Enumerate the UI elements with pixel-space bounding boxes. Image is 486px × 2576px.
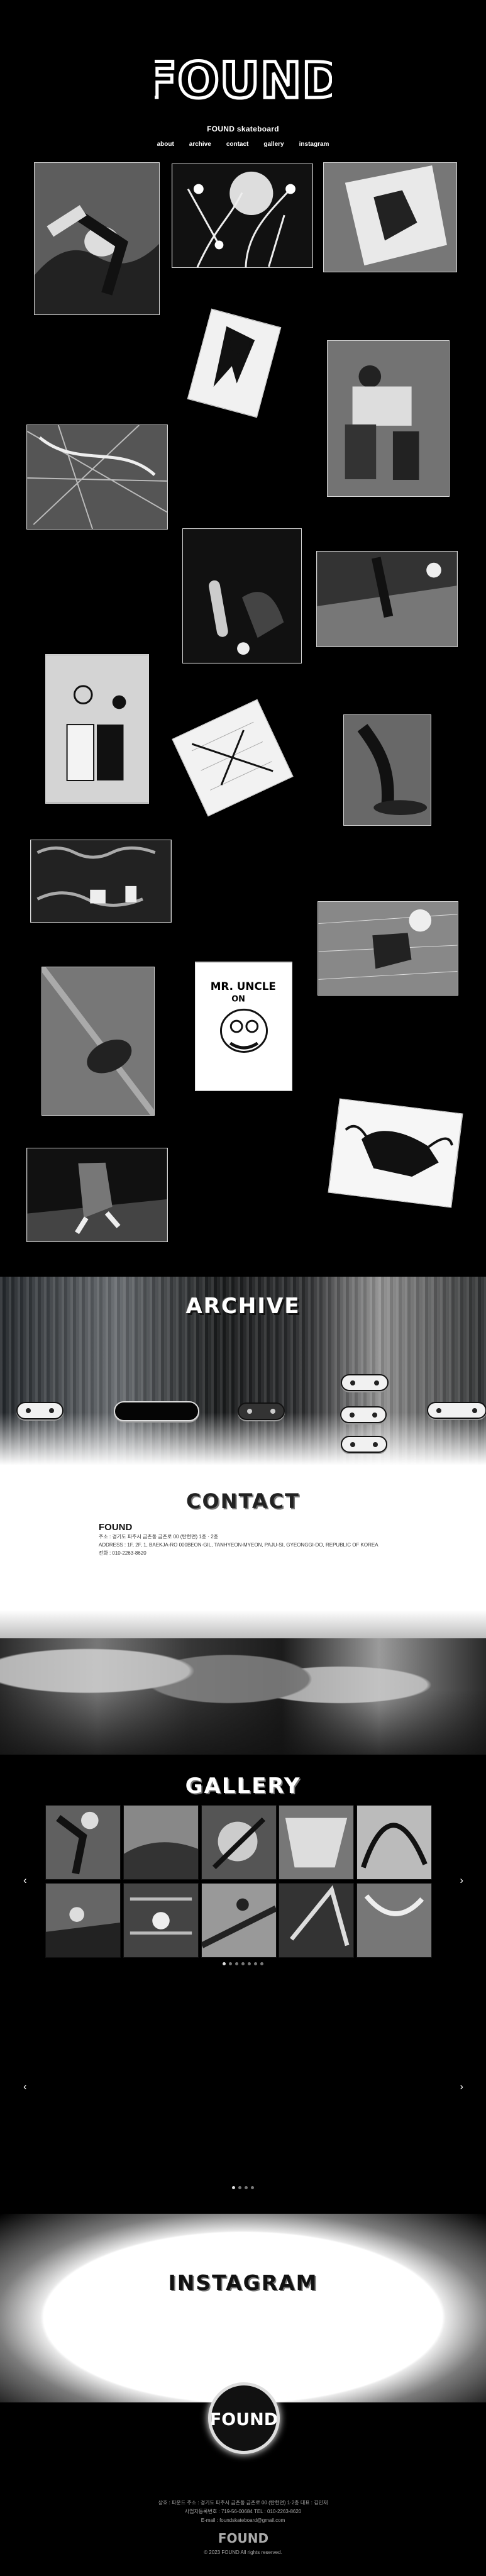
contact-phone: 전화 : 010-2263-8620 <box>99 1550 146 1556</box>
contact-section: CONTACT FOUND 주소 : 경기도 파주시 금촌동 금촌로 00 (탄… <box>0 1465 486 1610</box>
svg-text:FOUND: FOUND <box>218 2531 268 2545</box>
instagram-heading: INSTAGRAM <box>168 2270 318 2295</box>
gallery-next-icon[interactable]: › <box>460 1874 463 1887</box>
footer-found-logo-icon[interactable]: FOUND <box>218 2530 269 2545</box>
gallery-lower-next-icon[interactable]: › <box>460 2080 463 2093</box>
contact-brand: FOUND <box>99 1522 133 1533</box>
skateboard-deck-3[interactable] <box>238 1402 285 1420</box>
skateboard-deck-7[interactable] <box>427 1402 486 1419</box>
gallery-thumb-8[interactable] <box>201 1883 277 1958</box>
footer-company-info: 상호 : 파운드 주소 : 경기도 파주시 금촌동 금촌로 00 (탄현면) 1… <box>158 2500 328 2506</box>
gallery-thumb-6[interactable] <box>45 1883 121 1958</box>
grass-lying-photo <box>34 162 160 315</box>
gallery-dot-5[interactable] <box>248 1962 251 1965</box>
gallery-thumb-2[interactable] <box>123 1805 199 1880</box>
gallery-dot-4[interactable] <box>241 1962 245 1965</box>
main-navigation: about archive contact gallery instagram <box>0 141 486 148</box>
framed-picture-photo <box>323 162 457 272</box>
creature-drawing-photo <box>45 654 149 804</box>
instagram-section: INSTAGRAM FOUND <box>0 2201 486 2472</box>
archive-section: ARCHIVE FOUND <box>0 1277 486 1465</box>
gallery-bottom-dot-1[interactable] <box>232 2186 235 2189</box>
skateboard-deck-4[interactable] <box>341 1374 389 1391</box>
gallery-thumb-1[interactable] <box>45 1805 121 1880</box>
site-footer: 상호 : 파운드 주소 : 경기도 파주시 금촌동 금촌로 00 (탄현면) 1… <box>0 2472 486 2576</box>
archive-heading: ARCHIVE <box>185 1294 301 1319</box>
bull-drawing-photo <box>328 1098 463 1208</box>
gallery-thumb-10[interactable] <box>356 1883 432 1958</box>
contact-details: FOUND 주소 : 경기도 파주시 금촌동 금촌로 00 (탄현면) 1층 ·… <box>99 1523 388 1557</box>
mr-uncle-drawing-photo: MR. UNCLE ON <box>195 962 292 1091</box>
gallery-lower-previous-icon[interactable]: ‹ <box>23 2080 27 2093</box>
rug-pattern-photo <box>30 840 172 923</box>
gallery-dot-1[interactable] <box>223 1962 226 1965</box>
contact-heading: CONTACT <box>186 1489 300 1513</box>
contact-transition-fade <box>0 1610 486 1638</box>
footer-email: E-mail : foundskateboard@gmail.com <box>201 2518 285 2523</box>
contact-address-english: ADDRESS : 1F, 2F, 1, BAEKJA-RO 000BEON-G… <box>99 1542 378 1548</box>
site-title: FOUND skateboard <box>207 125 279 133</box>
notebook-drawing-photo <box>172 699 294 817</box>
people-banner-photo <box>0 1638 486 1755</box>
site-header: FOUND FOUND skateboard about archive con… <box>0 0 486 157</box>
contact-address-korean: 주소 : 경기도 파주시 금촌동 금촌로 00 (탄현면) 1층 · 2층 <box>99 1534 219 1540</box>
seated-ground-photo <box>318 901 458 996</box>
gallery-thumb-7[interactable] <box>123 1883 199 1958</box>
skateboard-deck-6[interactable] <box>341 1436 387 1453</box>
footer-copyright: © 2023 FOUND All rights reserved. <box>204 2550 282 2555</box>
gallery-heading: GALLERY <box>185 1774 301 1799</box>
found-logo-icon[interactable]: FOUND <box>155 55 332 106</box>
nav-gallery[interactable]: gallery <box>263 141 284 148</box>
gallery-top-pagination <box>0 1962 486 1965</box>
photo-collage: MR. UNCLE ON <box>0 157 486 1277</box>
svg-text:MR. UNCLE: MR. UNCLE <box>211 980 276 992</box>
instagram-found-logo-icon: FOUND <box>210 2410 278 2429</box>
gallery-thumb-4[interactable] <box>279 1805 354 1880</box>
gallery-thumb-5[interactable] <box>356 1805 432 1880</box>
gallery-dot-6[interactable] <box>254 1962 257 1965</box>
skater-tunnel-photo <box>343 714 431 826</box>
gallery-previous-icon[interactable]: ‹ <box>23 1874 27 1887</box>
shoe-floor-photo <box>41 967 155 1116</box>
ground-texture-photo <box>26 425 168 530</box>
nav-contact[interactable]: contact <box>226 141 249 148</box>
nav-archive[interactable]: archive <box>189 141 211 148</box>
svg-text:FOUND: FOUND <box>211 2410 277 2429</box>
gallery-bottom-pagination <box>0 2186 486 2189</box>
found-skateboard-deck[interactable] <box>114 1401 199 1421</box>
gallery-thumb-3[interactable] <box>201 1805 277 1880</box>
gallery-bottom-dot-2[interactable] <box>238 2186 241 2189</box>
svg-text:ON: ON <box>231 995 245 1004</box>
instagram-background-photo <box>0 2214 486 2402</box>
skateboard-deck-5[interactable] <box>340 1406 387 1423</box>
gallery-dot-7[interactable] <box>260 1962 263 1965</box>
gallery-bottom-dot-3[interactable] <box>245 2186 248 2189</box>
svg-text:FOUND: FOUND <box>155 55 332 106</box>
gallery-dot-3[interactable] <box>235 1962 238 1965</box>
footer-info: 상호 : 파운드 주소 : 경기도 파주시 금촌동 금촌로 00 (탄현면) 1… <box>0 2472 486 2525</box>
gallery-dot-2[interactable] <box>229 1962 232 1965</box>
lying-on-floor-photo <box>327 340 450 497</box>
gallery-bottom-dot-4[interactable] <box>251 2186 254 2189</box>
footer-business-info: 사업자등록번호 : 719-56-00684 TEL : 010-2263-86… <box>184 2509 302 2514</box>
gallery-thumb-9[interactable] <box>279 1883 354 1958</box>
street-night-photo <box>316 551 458 647</box>
flower-photo <box>172 164 313 268</box>
nav-about[interactable]: about <box>157 141 174 148</box>
sketch-paper-photo <box>187 308 282 418</box>
instagram-found-badge[interactable]: FOUND <box>208 2382 280 2454</box>
skateboard-night-photo <box>182 528 302 663</box>
gallery-section: GALLERY ‹ › ‹ › <box>0 1755 486 2201</box>
nav-instagram[interactable]: instagram <box>299 141 329 148</box>
walking-night-photo <box>26 1148 168 1242</box>
skateboard-deck-1[interactable] <box>16 1402 64 1419</box>
